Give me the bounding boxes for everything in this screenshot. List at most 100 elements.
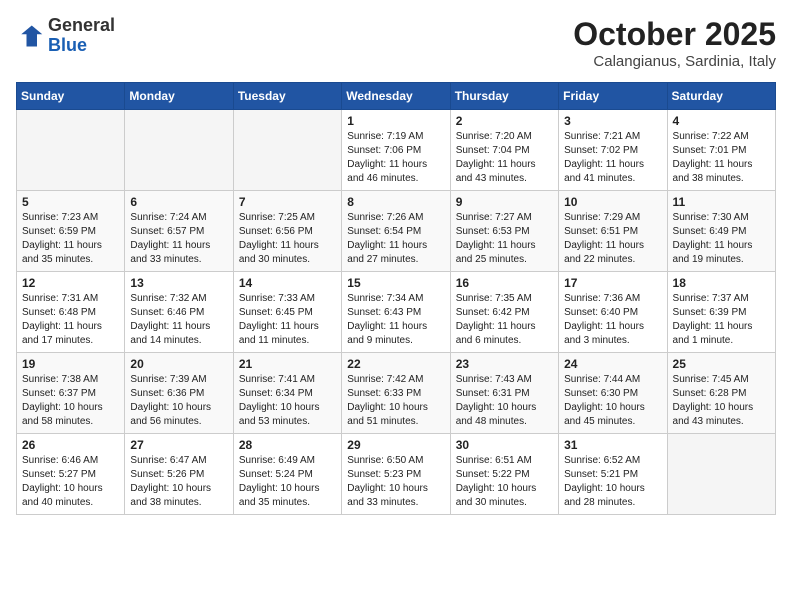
day-info: Sunrise: 7:21 AM Sunset: 7:02 PM Dayligh… [564,130,661,186]
month-title: October 2025 [573,16,776,53]
logo: General Blue [16,16,115,56]
calendar-cell: 7Sunrise: 7:25 AM Sunset: 6:56 PM Daylig… [233,191,341,272]
calendar-week-row: 26 Sunrise: 6:46 AM Sunset: 5:27 PM Dayli… [17,434,776,515]
calendar-cell: 22Sunrise: 7:42 AM Sunset: 6:33 PM Dayli… [342,353,450,434]
calendar-cell: 9 Sunrise: 7:27 AM Sunset: 6:53 PM Daylig… [450,191,558,272]
logo-general-text: General [48,15,115,35]
day-number: 26 [22,438,119,452]
day-number: 16 [456,276,553,290]
day-info: Sunrise: 7:32 AM Sunset: 6:46 PM Dayligh… [130,292,227,348]
calendar-cell: 19 Sunrise: 7:38 AM Sunset: 6:37 PM Dayli… [17,353,125,434]
day-info: Sunrise: 7:29 AM Sunset: 6:51 PM Dayligh… [564,211,661,267]
day-number: 31 [564,438,661,452]
day-number: 6 [130,195,227,209]
day-info: Sunrise: 6:51 AM Sunset: 5:22 PM Dayligh… [456,454,553,510]
calendar-cell: 30 Sunrise: 6:51 AM Sunset: 5:22 PM Dayli… [450,434,558,515]
day-info: Sunrise: 7:35 AM Sunset: 6:42 PM Dayligh… [456,292,553,348]
day-info: Sunrise: 7:20 AM Sunset: 7:04 PM Dayligh… [456,130,553,186]
calendar-cell: 28 Sunrise: 6:49 AM Sunset: 5:24 PM Dayli… [233,434,341,515]
calendar-cell: 18 Sunrise: 7:37 AM Sunset: 6:39 PM Dayli… [667,272,775,353]
weekday-header: Saturday [667,83,775,110]
calendar-cell: 23Sunrise: 7:43 AM Sunset: 6:31 PM Dayli… [450,353,558,434]
day-info: Sunrise: 7:44 AM Sunset: 6:30 PM Dayligh… [564,373,661,429]
calendar-cell: 24 Sunrise: 7:44 AM Sunset: 6:30 PM Dayli… [559,353,667,434]
day-number: 8 [347,195,444,209]
day-number: 17 [564,276,661,290]
calendar-cell: 21Sunrise: 7:41 AM Sunset: 6:34 PM Dayli… [233,353,341,434]
calendar-cell [17,110,125,191]
day-number: 3 [564,114,661,128]
day-number: 10 [564,195,661,209]
day-info: Sunrise: 7:27 AM Sunset: 6:53 PM Dayligh… [456,211,553,267]
day-info: Sunrise: 7:30 AM Sunset: 6:49 PM Dayligh… [673,211,770,267]
calendar-cell: 4 Sunrise: 7:22 AM Sunset: 7:01 PM Daylig… [667,110,775,191]
calendar-cell: 3 Sunrise: 7:21 AM Sunset: 7:02 PM Daylig… [559,110,667,191]
location: Calangianus, Sardinia, Italy [573,53,776,70]
day-info: Sunrise: 7:23 AM Sunset: 6:59 PM Dayligh… [22,211,119,267]
day-number: 15 [347,276,444,290]
day-number: 22 [347,357,444,371]
day-number: 30 [456,438,553,452]
day-number: 27 [130,438,227,452]
day-number: 4 [673,114,770,128]
day-info: Sunrise: 7:38 AM Sunset: 6:37 PM Dayligh… [22,373,119,429]
day-number: 1 [347,114,444,128]
calendar-cell: 14 Sunrise: 7:33 AM Sunset: 6:45 PM Dayli… [233,272,341,353]
day-info: Sunrise: 7:39 AM Sunset: 6:36 PM Dayligh… [130,373,227,429]
calendar-cell: 16 Sunrise: 7:35 AM Sunset: 6:42 PM Dayli… [450,272,558,353]
logo-blue-text: Blue [48,35,87,55]
day-number: 7 [239,195,336,209]
day-info: Sunrise: 6:47 AM Sunset: 5:26 PM Dayligh… [130,454,227,510]
logo-icon [16,22,44,50]
calendar-cell: 2 Sunrise: 7:20 AM Sunset: 7:04 PM Daylig… [450,110,558,191]
calendar-cell: 10 Sunrise: 7:29 AM Sunset: 6:51 PM Dayli… [559,191,667,272]
calendar-cell [125,110,233,191]
calendar-cell: 8 Sunrise: 7:26 AM Sunset: 6:54 PM Daylig… [342,191,450,272]
day-info: Sunrise: 7:37 AM Sunset: 6:39 PM Dayligh… [673,292,770,348]
page-header: General Blue October 2025 Calangianus, S… [16,16,776,70]
calendar-cell: 20Sunrise: 7:39 AM Sunset: 6:36 PM Dayli… [125,353,233,434]
weekday-header: Monday [125,83,233,110]
day-number: 2 [456,114,553,128]
day-info: Sunrise: 7:22 AM Sunset: 7:01 PM Dayligh… [673,130,770,186]
day-info: Sunrise: 7:24 AM Sunset: 6:57 PM Dayligh… [130,211,227,267]
calendar-cell: 11Sunrise: 7:30 AM Sunset: 6:49 PM Dayli… [667,191,775,272]
calendar-week-row: 19 Sunrise: 7:38 AM Sunset: 6:37 PM Dayli… [17,353,776,434]
day-info: Sunrise: 7:31 AM Sunset: 6:48 PM Dayligh… [22,292,119,348]
day-info: Sunrise: 7:19 AM Sunset: 7:06 PM Dayligh… [347,130,444,186]
calendar-cell [233,110,341,191]
weekday-header: Sunday [17,83,125,110]
weekday-header: Thursday [450,83,558,110]
day-number: 5 [22,195,119,209]
calendar-cell [667,434,775,515]
day-number: 14 [239,276,336,290]
calendar-cell: 15Sunrise: 7:34 AM Sunset: 6:43 PM Dayli… [342,272,450,353]
day-number: 9 [456,195,553,209]
day-info: Sunrise: 7:33 AM Sunset: 6:45 PM Dayligh… [239,292,336,348]
day-number: 29 [347,438,444,452]
day-number: 23 [456,357,553,371]
day-number: 25 [673,357,770,371]
day-number: 12 [22,276,119,290]
day-info: Sunrise: 7:45 AM Sunset: 6:28 PM Dayligh… [673,373,770,429]
calendar-cell: 12 Sunrise: 7:31 AM Sunset: 6:48 PM Dayli… [17,272,125,353]
weekday-header: Friday [559,83,667,110]
calendar-week-row: 12 Sunrise: 7:31 AM Sunset: 6:48 PM Dayli… [17,272,776,353]
calendar-week-row: 1 Sunrise: 7:19 AM Sunset: 7:06 PM Daylig… [17,110,776,191]
day-info: Sunrise: 7:26 AM Sunset: 6:54 PM Dayligh… [347,211,444,267]
day-info: Sunrise: 6:46 AM Sunset: 5:27 PM Dayligh… [22,454,119,510]
day-number: 28 [239,438,336,452]
calendar-cell: 1 Sunrise: 7:19 AM Sunset: 7:06 PM Daylig… [342,110,450,191]
calendar-cell: 13 Sunrise: 7:32 AM Sunset: 6:46 PM Dayli… [125,272,233,353]
day-number: 24 [564,357,661,371]
day-number: 21 [239,357,336,371]
day-number: 19 [22,357,119,371]
calendar-week-row: 5 Sunrise: 7:23 AM Sunset: 6:59 PM Daylig… [17,191,776,272]
day-number: 18 [673,276,770,290]
calendar-table: SundayMondayTuesdayWednesdayThursdayFrid… [16,82,776,515]
weekday-header-row: SundayMondayTuesdayWednesdayThursdayFrid… [17,83,776,110]
weekday-header: Wednesday [342,83,450,110]
day-info: Sunrise: 6:49 AM Sunset: 5:24 PM Dayligh… [239,454,336,510]
weekday-header: Tuesday [233,83,341,110]
day-number: 13 [130,276,227,290]
